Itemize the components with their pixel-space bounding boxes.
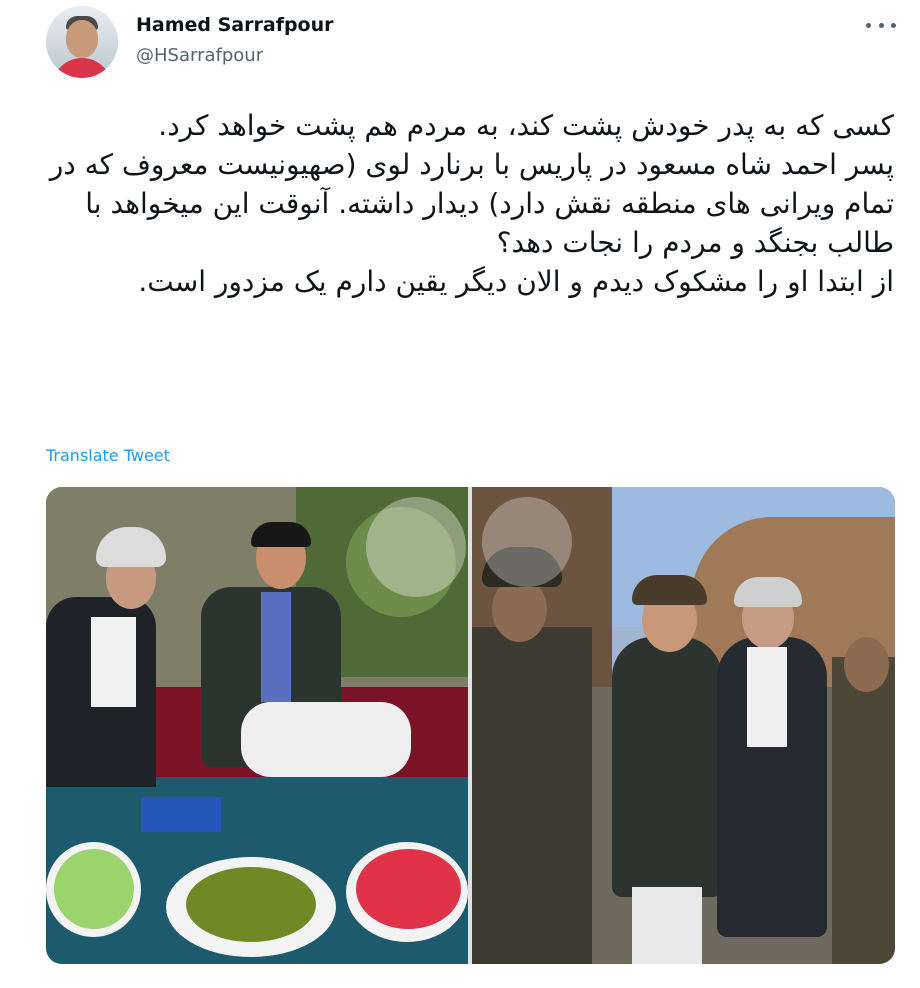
author-display-name[interactable]: Hamed Sarrafpour (136, 14, 334, 36)
author-handle[interactable]: @HSarrafpour (136, 45, 263, 66)
more-horizontal-icon-dot (878, 22, 884, 28)
more-options-button[interactable] (866, 14, 896, 36)
more-horizontal-icon (866, 22, 871, 28)
translate-tweet-link[interactable]: Translate Tweet (46, 446, 170, 465)
tweet-card[interactable]: Hamed Sarrafpour @HSarrafpour کسی که به … (0, 0, 920, 988)
avatar[interactable] (46, 6, 118, 78)
more-horizontal-icon-dot (891, 22, 896, 28)
tweet-text: کسی که به پدر خودش پشت کند، به مردم هم پ… (49, 109, 894, 298)
media-photo-right[interactable] (472, 487, 895, 964)
media-photo-left[interactable] (46, 487, 468, 964)
tweet-media[interactable] (46, 487, 895, 964)
